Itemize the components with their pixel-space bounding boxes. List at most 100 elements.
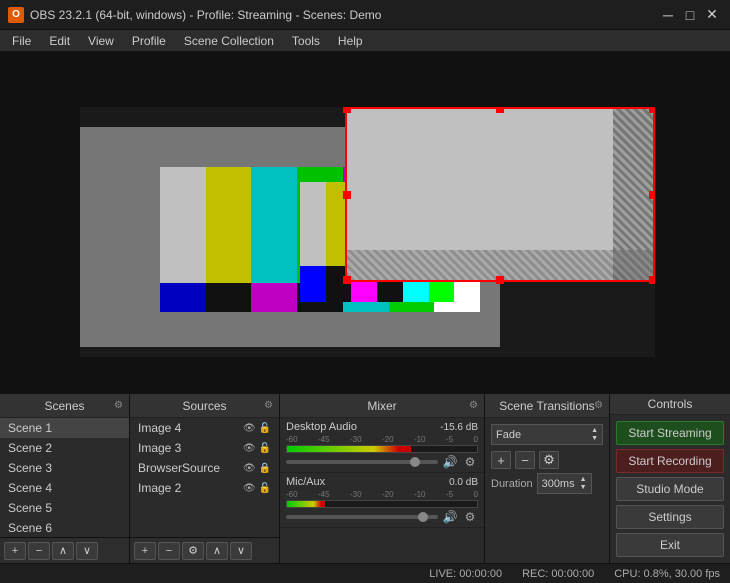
lock-icon[interactable]: 🔒	[259, 463, 271, 474]
eye-icon[interactable]: 👁	[243, 443, 256, 454]
transition-add-button[interactable]: +	[491, 451, 511, 469]
slider-thumb[interactable]	[418, 512, 428, 522]
transition-buttons-row: + − ⚙	[491, 451, 603, 469]
selected-source-inner	[347, 109, 653, 280]
scenes-panel-icon[interactable]: ⚙	[114, 400, 123, 411]
title-bar: O OBS 23.2.1 (64-bit, windows) - Profile…	[0, 0, 730, 30]
menu-bar: FileEditViewProfileScene CollectionTools…	[0, 30, 730, 52]
start-streaming-button[interactable]: Start Streaming	[616, 421, 724, 445]
mixer-track-2: Mic/Aux 0.0 dB -60-45-30-20-10-50 🔊 ⚙	[280, 473, 484, 528]
menu-item-view[interactable]: View	[80, 32, 122, 50]
duration-up-icon: ▲	[580, 476, 587, 483]
sources-down-button[interactable]: ∨	[230, 542, 252, 560]
settings-button[interactable]: Settings	[616, 505, 724, 529]
source-name: Image 3	[138, 441, 181, 455]
mute-icon[interactable]: 🔊	[442, 510, 458, 524]
maximize-button[interactable]: □	[680, 5, 700, 25]
sources-settings-button[interactable]: ⚙	[182, 542, 204, 560]
live-status: LIVE: 00:00:00	[429, 568, 502, 580]
sources-up-button[interactable]: ∧	[206, 542, 228, 560]
source-item-4[interactable]: Image 2 👁🔓	[130, 478, 279, 498]
start-recording-button[interactable]: Start Recording	[616, 449, 724, 473]
menu-item-profile[interactable]: Profile	[124, 32, 174, 50]
eye-icon[interactable]: 👁	[243, 463, 256, 474]
scenes-up-button[interactable]: ∧	[52, 542, 74, 560]
source-icons: 👁🔓	[243, 423, 271, 434]
scene-item-6[interactable]: Scene 6	[0, 518, 129, 537]
slider-thumb[interactable]	[410, 457, 420, 467]
settings-icon[interactable]: ⚙	[462, 510, 478, 524]
volume-bar	[286, 445, 478, 453]
handle-bc[interactable]	[496, 276, 504, 284]
transitions-panel: Scene Transitions ⚙ Fade ▲ ▼ + − ⚙ Durat…	[485, 394, 610, 563]
sources-panel: Sources ⚙ Image 4👁🔓Image 3👁🔓BrowserSourc…	[130, 394, 280, 563]
duration-input[interactable]: 300ms ▲ ▼	[537, 473, 592, 494]
volume-slider[interactable]	[286, 460, 438, 464]
window-title: OBS 23.2.1 (64-bit, windows) - Profile: …	[30, 8, 381, 22]
selected-source[interactable]	[345, 107, 655, 282]
preview-area	[0, 52, 730, 392]
close-button[interactable]: ✕	[702, 5, 722, 25]
status-bar: LIVE: 00:00:00 REC: 00:00:00 CPU: 0.8%, …	[0, 563, 730, 583]
meter-labels: -60-45-30-20-10-50	[286, 435, 478, 445]
minimize-button[interactable]: ─	[658, 5, 678, 25]
menu-item-tools[interactable]: Tools	[284, 32, 328, 50]
scenes-toolbar: + − ∧ ∨	[0, 537, 129, 563]
transition-select[interactable]: Fade ▲ ▼	[491, 424, 603, 445]
chevron-down-icon: ▼	[591, 435, 598, 442]
scene-item-4[interactable]: Scene 4	[0, 478, 129, 498]
sources-remove-button[interactable]: −	[158, 542, 180, 560]
source-name: Image 2	[138, 481, 181, 495]
sources-add-button[interactable]: +	[134, 542, 156, 560]
volume-slider[interactable]	[286, 515, 438, 519]
mixer-track-1: Desktop Audio -15.6 dB -60-45-30-20-10-5…	[280, 418, 484, 473]
mixer-panel: Mixer ⚙ Desktop Audio -15.6 dB -60-45-30…	[280, 394, 485, 563]
scene-item-2[interactable]: Scene 2	[0, 438, 129, 458]
scene-item-5[interactable]: Scene 5	[0, 498, 129, 518]
lock-icon[interactable]: 🔓	[259, 443, 271, 454]
controls-content: Start Streaming Start Recording Studio Mod…	[610, 415, 730, 563]
transition-remove-button[interactable]: −	[515, 451, 535, 469]
track-name: Desktop Audio	[286, 421, 357, 433]
mute-icon[interactable]: 🔊	[442, 455, 458, 469]
menu-item-scene-collection[interactable]: Scene Collection	[176, 32, 282, 50]
letterbox-right	[655, 52, 730, 392]
title-controls: ─ □ ✕	[658, 5, 722, 25]
mixer-panel-header: Mixer ⚙	[280, 394, 484, 418]
source-item-3[interactable]: BrowserSource👁🔒	[130, 458, 279, 478]
menu-item-help[interactable]: Help	[330, 32, 371, 50]
track-name: Mic/Aux	[286, 476, 325, 488]
preview-canvas[interactable]	[0, 52, 730, 392]
lock-icon[interactable]: 🔓	[259, 483, 271, 494]
track-header: Desktop Audio -15.6 dB	[286, 421, 478, 433]
settings-icon[interactable]: ⚙	[462, 455, 478, 469]
eye-icon[interactable]: 👁	[243, 423, 256, 434]
sources-panel-icon[interactable]: ⚙	[264, 400, 273, 411]
source-item-2[interactable]: Image 3 👁🔓	[130, 438, 279, 458]
letterbox-bottom	[0, 357, 730, 392]
source-name: Image 4	[138, 421, 181, 435]
transition-config-button[interactable]: ⚙	[539, 451, 559, 469]
menu-item-edit[interactable]: Edit	[41, 32, 78, 50]
menu-item-file[interactable]: File	[4, 32, 39, 50]
scene-item-1[interactable]: Scene 1	[0, 418, 129, 438]
source-item-1[interactable]: Image 4 👁🔓	[130, 418, 279, 438]
handle-ml[interactable]	[343, 191, 351, 199]
mixer-panel-icon[interactable]: ⚙	[469, 400, 478, 411]
exit-button[interactable]: Exit	[616, 533, 724, 557]
track-controls: 🔊 ⚙	[286, 455, 478, 469]
scenes-add-button[interactable]: +	[4, 542, 26, 560]
duration-down-icon: ▼	[580, 484, 587, 491]
studio-mode-button[interactable]: Studio Mode	[616, 477, 724, 501]
cpu-status: CPU: 0.8%, 30.00 fps	[614, 568, 720, 580]
handle-bl[interactable]	[343, 276, 351, 284]
track-db: -15.6 dB	[440, 422, 478, 433]
eye-icon[interactable]: 👁	[243, 483, 256, 494]
scenes-remove-button[interactable]: −	[28, 542, 50, 560]
lock-icon[interactable]: 🔓	[259, 423, 271, 434]
track-header: Mic/Aux 0.0 dB	[286, 476, 478, 488]
scenes-down-button[interactable]: ∨	[76, 542, 98, 560]
volume-bar	[286, 500, 478, 508]
transitions-panel-icon[interactable]: ⚙	[594, 400, 603, 411]
scene-item-3[interactable]: Scene 3	[0, 458, 129, 478]
